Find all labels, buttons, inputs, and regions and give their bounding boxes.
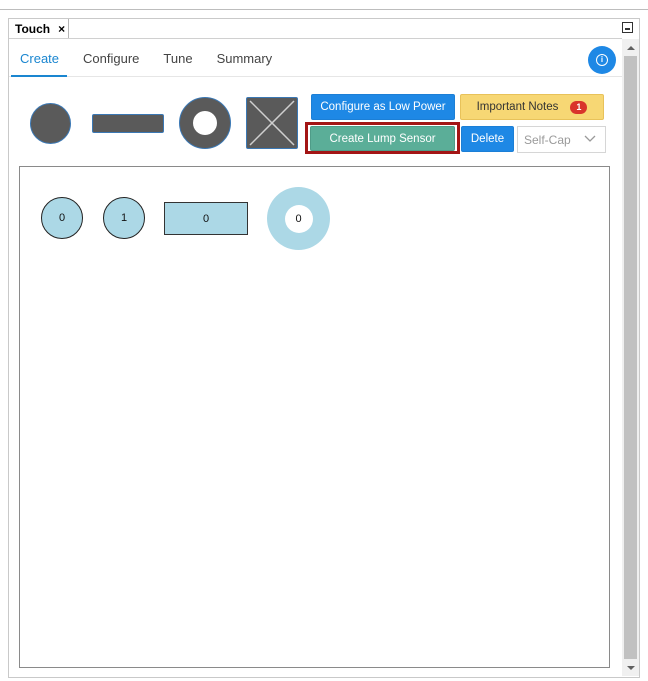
slider-sensor-icon[interactable] (92, 114, 164, 133)
create-lump-sensor-button[interactable]: Create Lump Sensor (310, 126, 455, 151)
info-icon: i (596, 54, 608, 66)
sensing-mode-value: Self-Cap (524, 132, 571, 147)
slider-sensor-0[interactable]: 0 (164, 202, 248, 235)
close-icon[interactable]: × (58, 22, 65, 36)
active-tab-indicator (11, 75, 67, 77)
chevron-down-icon (584, 135, 596, 142)
important-notes-label: Important Notes (476, 101, 559, 113)
top-divider (0, 9, 648, 10)
button-sensor-icon[interactable] (30, 103, 71, 144)
scroll-up-button[interactable] (622, 39, 639, 56)
tab-tune[interactable]: Tune (163, 50, 192, 70)
wheel-sensor-icon[interactable] (179, 97, 231, 149)
tab-summary[interactable]: Summary (217, 50, 273, 70)
nav-divider (9, 76, 622, 77)
wheel-sensor-0[interactable]: 0 (267, 187, 330, 250)
minimize-icon[interactable] (622, 22, 633, 33)
tab-strip-divider (9, 38, 622, 39)
button-sensor-1[interactable]: 1 (103, 197, 145, 239)
arrow-down-icon (626, 665, 635, 670)
view-tab-title: Touch (15, 22, 51, 36)
important-notes-button[interactable]: Important Notes 1 (460, 94, 604, 120)
surface-sensor-icon[interactable] (246, 97, 298, 149)
surface-cross-icon (249, 100, 295, 146)
info-button[interactable]: i (588, 46, 616, 74)
vertical-scrollbar[interactable] (622, 39, 639, 676)
sensing-mode-select[interactable]: Self-Cap (517, 126, 606, 153)
view-tab-touch[interactable]: Touch × (9, 19, 69, 39)
scroll-thumb[interactable] (624, 56, 637, 659)
scroll-down-button[interactable] (622, 659, 639, 676)
delete-button[interactable]: Delete (461, 126, 514, 152)
wheel-sensor-label: 0 (284, 204, 313, 233)
notes-count-badge: 1 (570, 100, 588, 114)
button-sensor-0[interactable]: 0 (41, 197, 83, 239)
configure-low-power-button[interactable]: Configure as Low Power (311, 94, 455, 120)
arrow-up-icon (626, 45, 635, 50)
tab-create[interactable]: Create (20, 50, 59, 70)
nav-tabs: Create Configure Tune Summary (20, 50, 272, 70)
tab-configure[interactable]: Configure (83, 50, 139, 70)
